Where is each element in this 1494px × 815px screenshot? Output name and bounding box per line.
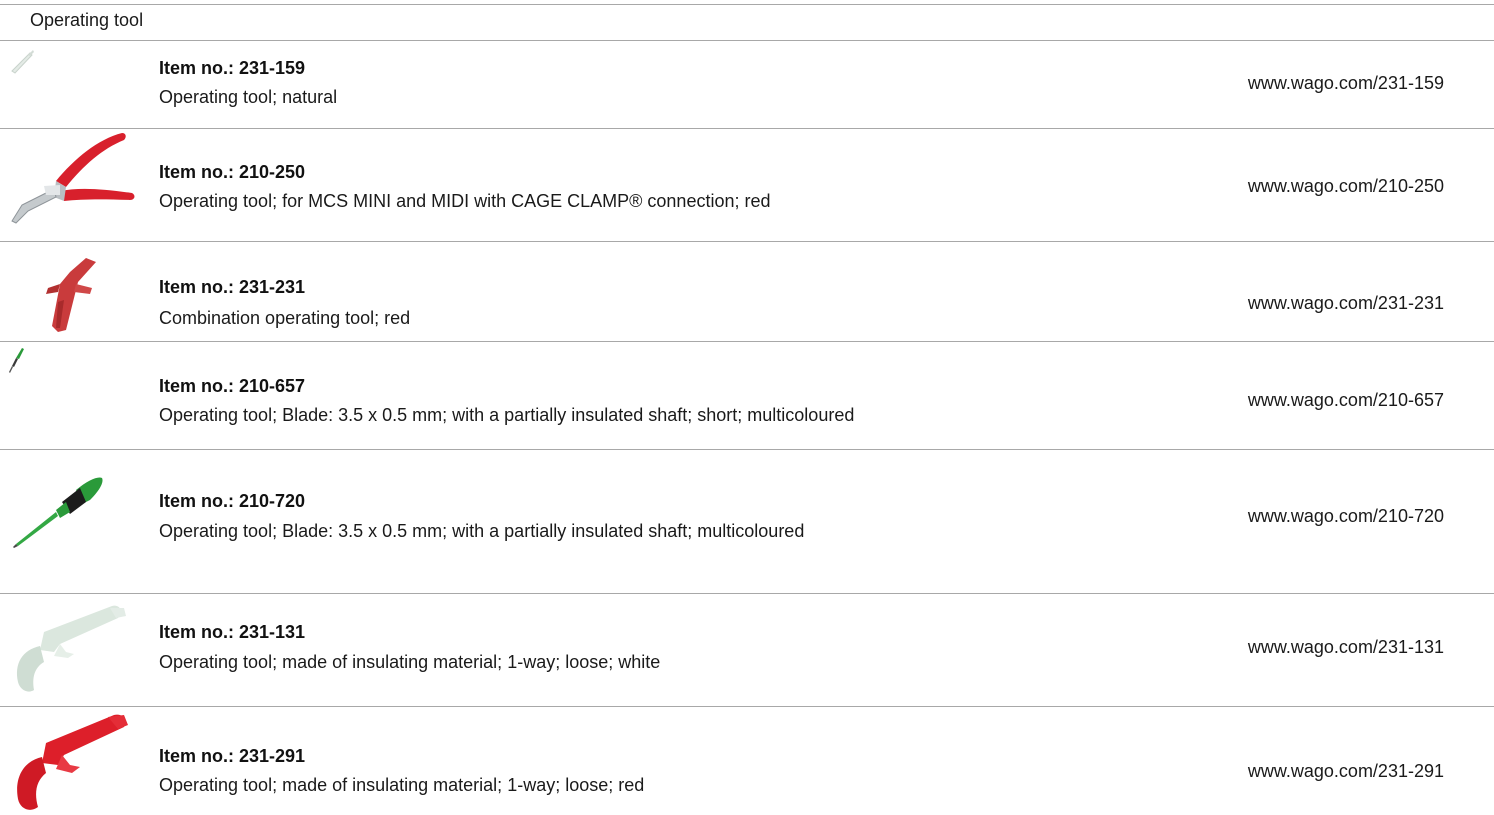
product-link[interactable]: www.wago.com/210-657 [1248, 389, 1444, 411]
product-link[interactable]: www.wago.com/231-291 [1248, 760, 1444, 782]
item-number: Item no.: 231-159 [159, 58, 306, 78]
pliers-red-icon [0, 129, 140, 241]
list-item: Item no.: 231-291 Operating tool; made o… [0, 707, 1494, 815]
product-link[interactable]: www.wago.com/210-250 [1248, 175, 1444, 197]
accessory-list: Operating tool Item no.: 231-159 Operati… [0, 0, 1494, 815]
item-description: Operating tool; for MCS MINI and MIDI wi… [159, 191, 771, 211]
item-number: Item no.: 231-231 [159, 277, 306, 297]
list-item: Item no.: 210-720 Operating tool; Blade:… [0, 450, 1494, 593]
product-link[interactable]: www.wago.com/231-131 [1248, 636, 1444, 658]
item-number: Item no.: 210-657 [159, 376, 306, 396]
list-item: Item no.: 210-657 Operating tool; Blade:… [0, 342, 1494, 449]
screwdriver-green-black-icon [0, 450, 140, 593]
list-item: Item no.: 210-250 Operating tool; for MC… [0, 129, 1494, 241]
item-description: Operating tool; natural [159, 87, 338, 107]
combination-tool-red-icon [0, 242, 140, 341]
item-description: Operating tool; made of insulating mater… [159, 652, 661, 672]
divider [0, 4, 1494, 5]
product-link[interactable]: www.wago.com/210-720 [1248, 505, 1444, 527]
hook-tool-red-icon [0, 707, 140, 815]
item-number: Item no.: 210-250 [159, 162, 306, 182]
item-number: Item no.: 231-291 [159, 746, 306, 766]
hook-tool-white-icon [0, 594, 140, 706]
section-title: Operating tool [30, 10, 144, 30]
slim-operating-tool-natural-icon [0, 41, 140, 128]
list-item: Item no.: 231-231 Combination operating … [0, 242, 1494, 341]
item-description: Combination operating tool; red [159, 308, 411, 328]
item-number: Item no.: 210-720 [159, 491, 306, 511]
product-link[interactable]: www.wago.com/231-159 [1248, 72, 1444, 94]
item-description: Operating tool; made of insulating mater… [159, 775, 645, 795]
list-item: Item no.: 231-131 Operating tool; made o… [0, 594, 1494, 706]
short-screwdriver-green-icon [0, 342, 140, 449]
product-link[interactable]: www.wago.com/231-231 [1248, 292, 1444, 314]
item-number: Item no.: 231-131 [159, 622, 306, 642]
list-item: Item no.: 231-159 Operating tool; natura… [0, 41, 1494, 128]
item-description: Operating tool; Blade: 3.5 x 0.5 mm; wit… [159, 521, 805, 541]
item-description: Operating tool; Blade: 3.5 x 0.5 mm; wit… [159, 405, 855, 425]
